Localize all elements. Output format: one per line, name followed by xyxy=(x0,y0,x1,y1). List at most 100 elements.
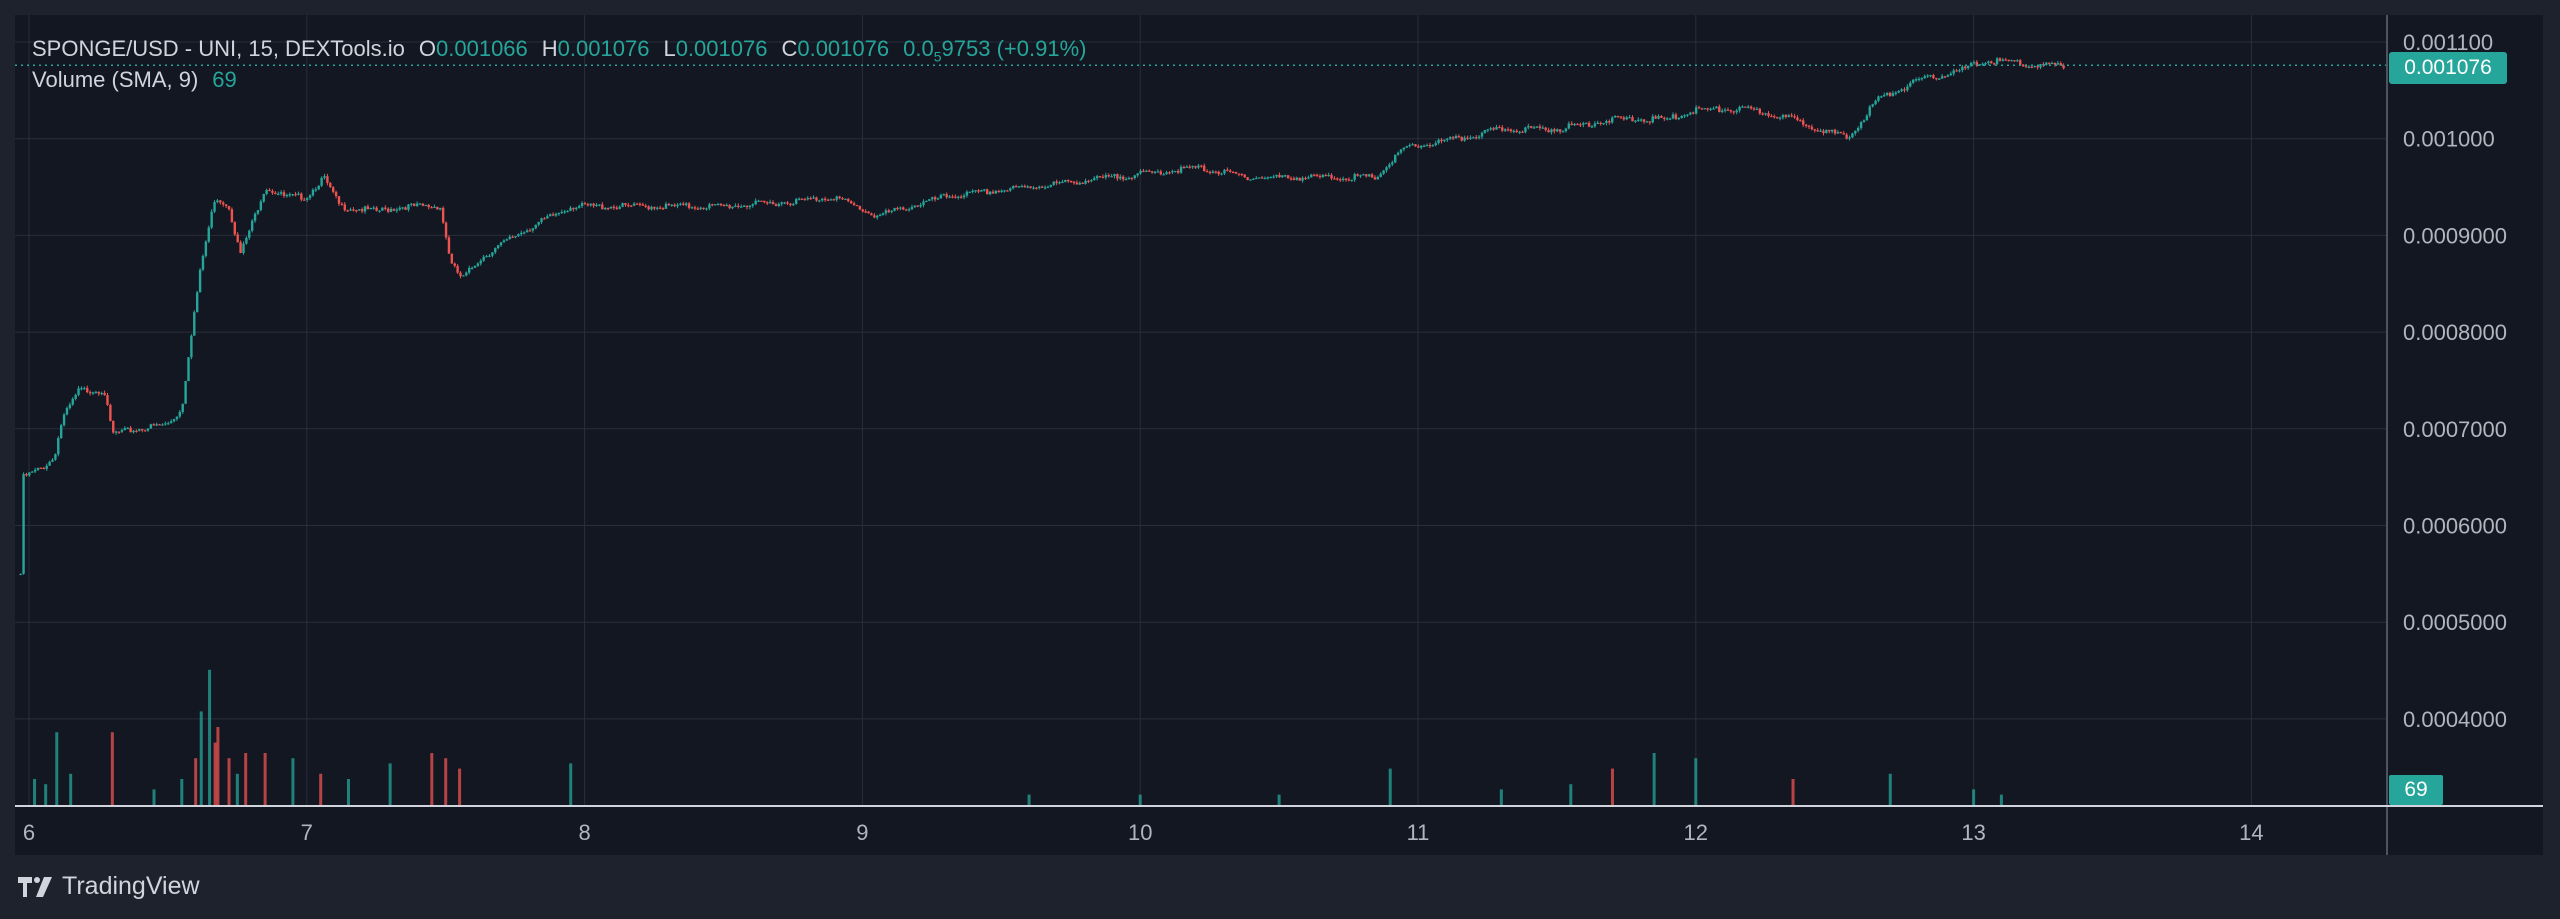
candle-body xyxy=(800,198,804,200)
candle-body xyxy=(965,191,969,196)
candle-body xyxy=(1379,173,1382,177)
candle-body xyxy=(389,208,393,212)
candle-body xyxy=(1237,173,1241,175)
candle-body xyxy=(1582,123,1585,125)
candle-body xyxy=(954,196,957,198)
candle-body xyxy=(1816,130,1819,132)
candle-body xyxy=(1796,117,1799,121)
y-tick-label: 0.0007000 xyxy=(2403,417,2507,442)
candle-body xyxy=(1747,106,1750,108)
candle-body xyxy=(997,190,1000,193)
candle-body xyxy=(1492,128,1495,130)
candle-body xyxy=(1856,128,1860,131)
candle-body xyxy=(1191,166,1194,168)
candle-body xyxy=(873,215,876,218)
candle-body xyxy=(690,207,694,209)
candle-body xyxy=(378,210,381,212)
candle-body xyxy=(1628,117,1631,119)
candle-body xyxy=(473,265,477,268)
candle-body xyxy=(1402,147,1406,150)
candle-body xyxy=(123,428,127,431)
candle-body xyxy=(1217,171,1220,175)
candle-body xyxy=(1732,111,1735,113)
candle-body xyxy=(326,176,329,184)
candle-body xyxy=(1408,145,1411,147)
candle-body xyxy=(1255,177,1258,180)
candle-body xyxy=(870,213,873,216)
candle-body xyxy=(1136,173,1139,176)
volume-bar xyxy=(152,789,156,805)
candle-body xyxy=(476,263,480,266)
candle-body xyxy=(1483,130,1487,133)
candle-body xyxy=(1194,166,1197,168)
candle-body xyxy=(1078,182,1081,185)
candle-body xyxy=(1813,129,1816,131)
candle-body xyxy=(358,209,361,211)
candle-body xyxy=(94,391,98,394)
candle-body xyxy=(517,234,520,237)
candle-body xyxy=(1156,171,1160,173)
candle-body xyxy=(1862,120,1866,123)
candle-body xyxy=(343,204,346,211)
candle-body xyxy=(1938,78,1941,80)
candle-body xyxy=(1651,116,1654,123)
x-tick-label: 8 xyxy=(578,820,590,845)
candle-body xyxy=(1671,114,1675,119)
tradingview-logo[interactable]: TradingView xyxy=(18,872,200,901)
candle-body xyxy=(803,199,807,201)
candle-body xyxy=(980,189,983,192)
candle-body xyxy=(1802,120,1805,125)
candle-body xyxy=(1040,186,1044,188)
volume-bar xyxy=(110,732,114,805)
candle-body xyxy=(1422,145,1426,147)
candle-body xyxy=(661,208,665,210)
candle-body xyxy=(858,205,862,210)
candle-body xyxy=(1718,106,1721,113)
candle-body xyxy=(812,197,815,199)
y-tick-label: 0.0006000 xyxy=(2403,514,2507,539)
candle-body xyxy=(1417,146,1420,148)
candle-body xyxy=(1906,86,1909,91)
candle-body xyxy=(1376,176,1380,180)
candle-body xyxy=(922,201,925,205)
candle-body xyxy=(120,430,124,432)
candle-body xyxy=(1541,127,1544,129)
candle-body xyxy=(245,237,248,244)
candle-body xyxy=(372,207,375,209)
candle-body xyxy=(1246,177,1249,180)
candle-body xyxy=(910,207,914,210)
candle-body xyxy=(821,198,824,201)
candle-body xyxy=(1463,137,1466,141)
candle-body xyxy=(1049,184,1053,187)
x-tick-label: 11 xyxy=(1407,820,1430,845)
candle-body xyxy=(1619,116,1623,118)
candle-body xyxy=(149,424,153,429)
candle-body xyxy=(876,215,879,218)
candle-body xyxy=(1518,131,1521,133)
candle-body xyxy=(1116,174,1119,179)
candle-body xyxy=(881,213,885,215)
candle-body xyxy=(1515,130,1518,133)
candle-body xyxy=(598,204,601,206)
candle-body xyxy=(369,207,373,210)
candle-body xyxy=(366,206,370,210)
high-value: 0.001076 xyxy=(557,36,650,61)
candle-body xyxy=(737,205,740,207)
change-prefix: 0.0 xyxy=(903,36,934,61)
candle-body xyxy=(1304,177,1307,180)
candle-body xyxy=(925,200,928,203)
candle-body xyxy=(1318,175,1322,178)
candle-body xyxy=(1472,137,1475,139)
candle-body xyxy=(404,207,407,210)
volume-bar xyxy=(1138,794,1142,805)
candle-body xyxy=(1752,108,1756,110)
brand-name: TradingView xyxy=(62,872,200,900)
candle-body xyxy=(1150,171,1154,173)
symbol-title[interactable]: SPONGE/USD - UNI, 15, DEXTools.io xyxy=(32,36,405,62)
volume-bar xyxy=(1610,768,1614,805)
price-chart[interactable]: 0.0011000.0010000.00090000.00080000.0007… xyxy=(0,0,2560,919)
candle-body xyxy=(169,421,173,424)
candle-body xyxy=(1176,170,1180,173)
volume-title[interactable]: Volume (SMA, 9) xyxy=(32,67,198,93)
candle-body xyxy=(748,205,752,208)
